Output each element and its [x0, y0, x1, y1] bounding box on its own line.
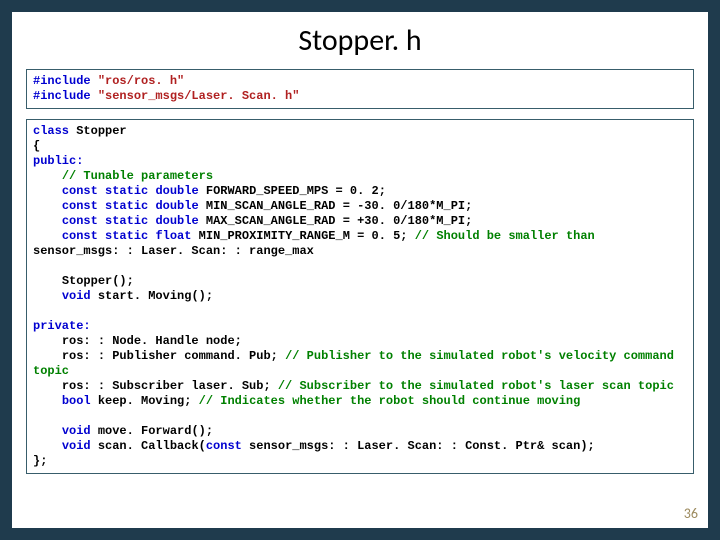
includes-block: #include "ros/ros. h" #include "sensor_m…: [26, 69, 694, 109]
keyword: const: [206, 439, 242, 453]
keyword: static: [105, 214, 148, 228]
code-text: MAX_SCAN_ANGLE_RAD = +30. 0/180*M_PI;: [199, 214, 473, 228]
code-text: move. Forward();: [91, 424, 213, 438]
code-text: {: [33, 139, 40, 153]
include-string: "sensor_msgs/Laser. Scan. h": [98, 89, 300, 103]
keyword: void: [62, 424, 91, 438]
keyword: private:: [33, 319, 91, 333]
code-text: MIN_SCAN_ANGLE_RAD = -30. 0/180*M_PI;: [199, 199, 473, 213]
comment: // Indicates whether the robot should co…: [199, 394, 581, 408]
code-text: ros: : Subscriber laser. Sub;: [33, 379, 278, 393]
slide-title: Stopper. h: [26, 22, 694, 59]
keyword: const: [62, 199, 98, 213]
code-text: };: [33, 454, 47, 468]
comment: // Subscriber to the simulated robot's l…: [278, 379, 674, 393]
keyword: const: [62, 229, 98, 243]
code-text: start. Moving();: [91, 289, 213, 303]
code-text: sensor_msgs: : Laser. Scan: : Const. Ptr…: [242, 439, 595, 453]
keyword: void: [62, 439, 91, 453]
keyword: const: [62, 214, 98, 228]
keyword: class: [33, 124, 69, 138]
keyword: double: [155, 199, 198, 213]
code-text: MIN_PROXIMITY_RANGE_M = 0. 5;: [191, 229, 414, 243]
keyword: static: [105, 184, 148, 198]
keyword: static: [105, 199, 148, 213]
comment: // Tunable parameters: [62, 169, 213, 183]
code-text: FORWARD_SPEED_MPS = 0. 2;: [199, 184, 386, 198]
code-text: keep. Moving;: [91, 394, 199, 408]
keyword: static: [105, 229, 148, 243]
code-text: Stopper();: [33, 274, 134, 288]
keyword: double: [155, 214, 198, 228]
keyword: float: [155, 229, 191, 243]
code-text: ros: : Node. Handle node;: [33, 334, 242, 348]
code-text: sensor_msgs: : Laser. Scan: : range_max: [33, 244, 314, 258]
keyword: public:: [33, 154, 83, 168]
code-text: ros: : Publisher command. Pub;: [33, 349, 285, 363]
include-keyword: #include: [33, 74, 91, 88]
include-string: "ros/ros. h": [98, 74, 184, 88]
keyword: const: [62, 184, 98, 198]
slide: Stopper. h #include "ros/ros. h" #includ…: [0, 0, 720, 540]
comment: // Should be smaller than: [415, 229, 595, 243]
keyword: bool: [62, 394, 91, 408]
include-keyword: #include: [33, 89, 91, 103]
page-number: 36: [684, 505, 698, 522]
code-text: scan. Callback(: [91, 439, 206, 453]
class-body-block: class Stopper { public: // Tunable param…: [26, 119, 694, 474]
keyword: double: [155, 184, 198, 198]
keyword: void: [62, 289, 91, 303]
code-text: Stopper: [69, 124, 127, 138]
